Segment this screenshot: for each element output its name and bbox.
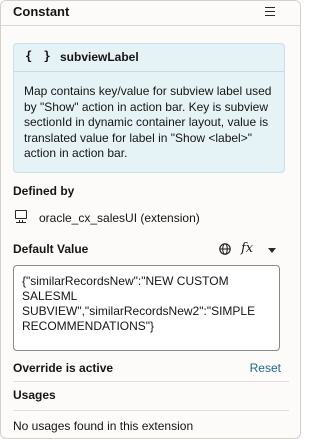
- panel-header: Constant: [1, 1, 300, 25]
- chevron-down-icon[interactable]: [268, 248, 276, 253]
- section-divider: [13, 381, 289, 382]
- defined-by-label: Defined by: [13, 184, 75, 198]
- monitor-stand: [16, 222, 26, 224]
- header-divider: [1, 25, 300, 26]
- override-status: Override is active: [13, 361, 114, 375]
- constant-panel: Constant { } subviewLabel Map contains k…: [0, 0, 301, 439]
- usages-label: Usages: [13, 388, 56, 402]
- usages-empty-text: No usages found in this extension: [13, 419, 194, 433]
- info-card-header: { } subviewLabel: [14, 44, 284, 71]
- fx-expression-icon[interactable]: fx: [241, 241, 253, 256]
- constant-description: Map contains key/value for subview label…: [24, 84, 272, 160]
- monitor-icon: [15, 210, 27, 223]
- globe-icon[interactable]: [219, 243, 231, 255]
- hamburger-menu-icon[interactable]: [262, 3, 280, 21]
- default-value-label: Default Value: [13, 242, 89, 256]
- curly-braces-icon: { }: [25, 49, 53, 63]
- constant-name: subviewLabel: [60, 50, 139, 64]
- info-card-divider: [14, 71, 284, 72]
- usages-divider: [13, 410, 289, 411]
- defined-by-value: oracle_cx_salesUI (extension): [39, 211, 200, 225]
- default-value-text: {"similarRecordsNew":"NEW CUSTOM SALESML…: [22, 274, 256, 333]
- info-card: { } subviewLabel Map contains key/value …: [13, 43, 285, 173]
- defined-by-row: oracle_cx_salesUI (extension): [13, 208, 293, 228]
- reset-link[interactable]: Reset: [250, 361, 281, 375]
- panel-title: Constant: [13, 4, 70, 19]
- default-value-field[interactable]: {"similarRecordsNew":"NEW CUSTOM SALESML…: [13, 265, 280, 351]
